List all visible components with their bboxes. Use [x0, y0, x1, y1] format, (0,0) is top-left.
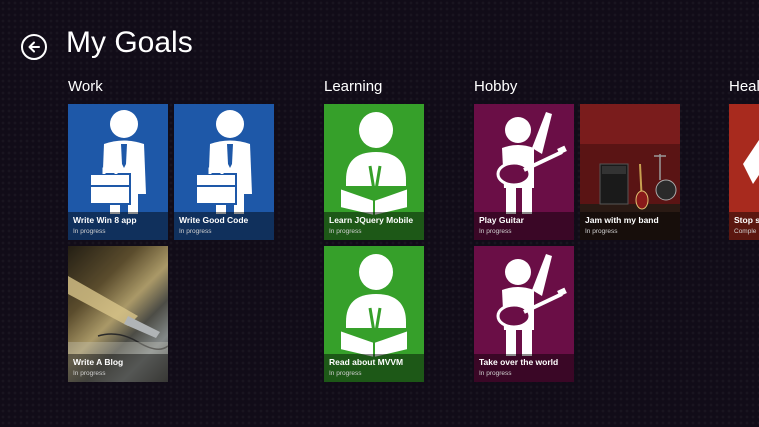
page-title: My Goals	[66, 26, 193, 59]
goal-tile-learn-jquery-mobile[interactable]: Learn JQuery Mobile In progress	[324, 104, 424, 240]
tile-caption: Read about MVVM In progress	[324, 354, 424, 382]
goal-tile-health[interactable]: Stop s Comple	[729, 104, 759, 240]
group-header-work[interactable]: Work	[68, 78, 103, 95]
tile-caption: Play Guitar In progress	[474, 212, 574, 240]
goal-tile-write-a-blog[interactable]: Write A Blog In progress	[68, 246, 168, 382]
tile-status: In progress	[479, 228, 512, 235]
tile-title: Learn JQuery Mobile	[329, 215, 414, 225]
goal-tile-read-about-mvvm[interactable]: Read about MVVM In progress	[324, 246, 424, 382]
goal-tile-write-win8-app[interactable]: Write Win 8 app In progress	[68, 104, 168, 240]
tile-status: In progress	[329, 370, 362, 377]
back-button[interactable]	[21, 34, 47, 60]
back-arrow-icon	[28, 41, 40, 53]
tile-title: Write Good Code	[179, 215, 249, 225]
tile-caption: Jam with my band In progress	[580, 212, 680, 240]
tile-caption: Write A Blog In progress	[68, 354, 168, 382]
tile-status: In progress	[479, 370, 512, 377]
tile-title: Jam with my band	[585, 215, 659, 225]
tile-title: Write Win 8 app	[73, 215, 137, 225]
tile-title: Take over the world	[479, 357, 559, 367]
tile-title: Write A Blog	[73, 357, 124, 367]
tile-caption: Learn JQuery Mobile In progress	[324, 212, 424, 240]
tile-caption: Write Win 8 app In progress	[68, 212, 168, 240]
goal-tile-take-over-the-world[interactable]: Take over the world In progress	[474, 246, 574, 382]
group-header-learning[interactable]: Learning	[324, 78, 382, 95]
tile-title: Play Guitar	[479, 215, 524, 225]
tile-caption: Stop s Comple	[729, 212, 759, 240]
group-header-hobby[interactable]: Hobby	[474, 78, 517, 95]
tile-caption: Write Good Code In progress	[174, 212, 274, 240]
tile-title: Read about MVVM	[329, 357, 404, 367]
goal-tile-jam-with-my-band[interactable]: Jam with my band In progress	[580, 104, 680, 240]
tile-status: In progress	[73, 228, 106, 235]
tile-title: Stop s	[734, 215, 759, 225]
goal-tile-write-good-code[interactable]: Write Good Code In progress	[174, 104, 274, 240]
tile-status: In progress	[329, 228, 362, 235]
tile-status: In progress	[585, 228, 618, 235]
tile-caption: Take over the world In progress	[474, 354, 574, 382]
tile-status: In progress	[179, 228, 212, 235]
group-header-health[interactable]: Heal	[729, 78, 759, 95]
goal-tile-play-guitar[interactable]: Play Guitar In progress	[474, 104, 574, 240]
tile-status: Comple	[734, 228, 757, 235]
tile-status: In progress	[73, 370, 106, 377]
